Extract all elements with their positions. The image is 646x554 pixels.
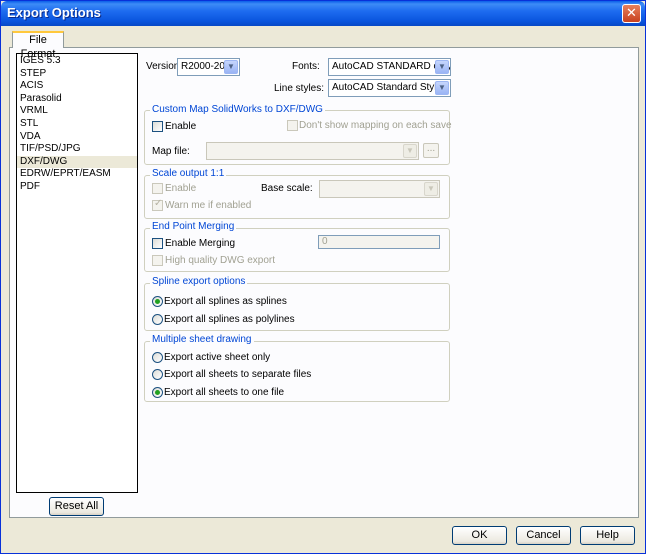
chevron-down-icon[interactable]: ▼ bbox=[435, 60, 449, 74]
chevron-down-icon: ▼ bbox=[403, 144, 417, 158]
sheet-radio-separate[interactable] bbox=[152, 369, 163, 380]
list-item[interactable]: TIF/PSD/JPG bbox=[17, 143, 137, 156]
sheet-option-active-label: Export active sheet only bbox=[164, 352, 271, 363]
enable-merging-checkbox[interactable] bbox=[152, 238, 163, 249]
sheet-radio-one-file[interactable] bbox=[152, 387, 163, 398]
list-item[interactable]: PDF bbox=[17, 181, 137, 194]
cancel-button[interactable]: Cancel bbox=[516, 526, 571, 545]
merge-tolerance-input: 0 bbox=[318, 235, 440, 249]
warn-if-enabled-label: Warn me if enabled bbox=[165, 200, 252, 211]
export-options-dialog: Export Options ✕ File Format IGES 5.3 ST… bbox=[0, 0, 646, 554]
custom-map-title: Custom Map SolidWorks to DXF/DWG bbox=[150, 104, 325, 115]
tab-file-format[interactable]: File Format bbox=[12, 31, 64, 60]
list-item[interactable]: VRML bbox=[17, 105, 137, 118]
dont-show-mapping-checkbox bbox=[287, 120, 298, 131]
list-item-selected[interactable]: DXF/DWG bbox=[17, 155, 137, 169]
spline-options-title: Spline export options bbox=[150, 276, 248, 287]
scale-enable-label: Enable bbox=[165, 183, 197, 194]
title-bar: Export Options ✕ bbox=[1, 1, 645, 26]
spline-radio-splines[interactable] bbox=[152, 296, 163, 307]
custom-map-enable-label: Enable bbox=[165, 121, 197, 132]
close-icon[interactable]: ✕ bbox=[622, 4, 641, 23]
chevron-down-icon: ▼ bbox=[424, 182, 438, 196]
ok-button[interactable]: OK bbox=[452, 526, 507, 545]
scale-enable-checkbox bbox=[152, 183, 163, 194]
list-item[interactable]: EDRW/EPRT/EASM bbox=[17, 168, 137, 181]
version-select[interactable]: R2000-2002 ▼ bbox=[177, 58, 240, 76]
list-item[interactable]: ACIS bbox=[17, 80, 137, 93]
line-styles-value: AutoCAD Standard Styles bbox=[332, 82, 448, 93]
dont-show-mapping-label: Don't show mapping on each save bbox=[299, 120, 452, 131]
line-styles-label: Line styles: bbox=[274, 83, 325, 94]
spline-option-polylines-label: Export all splines as polylines bbox=[164, 314, 295, 325]
list-item[interactable]: STL bbox=[17, 118, 137, 131]
list-item[interactable]: STEP bbox=[17, 68, 137, 81]
scale-output-title: Scale output 1:1 bbox=[150, 168, 227, 179]
sheet-radio-active[interactable] bbox=[152, 352, 163, 363]
list-item[interactable]: Parasolid bbox=[17, 93, 137, 106]
help-button[interactable]: Help bbox=[580, 526, 635, 545]
map-file-label: Map file: bbox=[152, 146, 190, 157]
end-point-merging-title: End Point Merging bbox=[150, 221, 237, 232]
high-quality-dwg-label: High quality DWG export bbox=[165, 255, 276, 266]
sheet-option-separate-label: Export all sheets to separate files bbox=[164, 369, 312, 380]
fonts-select[interactable]: AutoCAD STANDARD only ▼ bbox=[328, 58, 451, 76]
base-scale-label: Base scale: bbox=[261, 183, 313, 194]
custom-map-enable-checkbox[interactable] bbox=[152, 121, 163, 132]
fonts-label: Fonts: bbox=[292, 61, 320, 72]
format-list[interactable]: IGES 5.3 STEP ACIS Parasolid VRML STL VD… bbox=[16, 53, 138, 493]
list-item[interactable]: VDA bbox=[17, 131, 137, 144]
reset-all-button[interactable]: Reset All bbox=[49, 497, 104, 516]
sheet-option-one-file-label: Export all sheets to one file bbox=[164, 387, 285, 398]
fonts-value: AutoCAD STANDARD only bbox=[332, 61, 451, 72]
enable-merging-label: Enable Merging bbox=[165, 238, 236, 249]
line-styles-select[interactable]: AutoCAD Standard Styles ▼ bbox=[328, 79, 451, 97]
chevron-down-icon[interactable]: ▼ bbox=[224, 60, 238, 74]
spline-option-splines-label: Export all splines as splines bbox=[164, 296, 287, 307]
map-file-select: ▼ bbox=[206, 142, 419, 160]
radio-dot bbox=[155, 390, 160, 395]
spline-radio-polylines[interactable] bbox=[152, 314, 163, 325]
multiple-sheet-title: Multiple sheet drawing bbox=[150, 334, 254, 345]
chevron-down-icon[interactable]: ▼ bbox=[435, 81, 449, 95]
warn-if-enabled-checkbox: ✓ bbox=[152, 198, 163, 211]
browse-button: ... bbox=[423, 143, 439, 158]
base-scale-select: ▼ bbox=[319, 180, 440, 198]
check-icon: ✓ bbox=[154, 198, 163, 209]
radio-dot bbox=[155, 299, 160, 304]
window-title: Export Options bbox=[7, 5, 101, 20]
high-quality-dwg-checkbox bbox=[152, 255, 163, 266]
